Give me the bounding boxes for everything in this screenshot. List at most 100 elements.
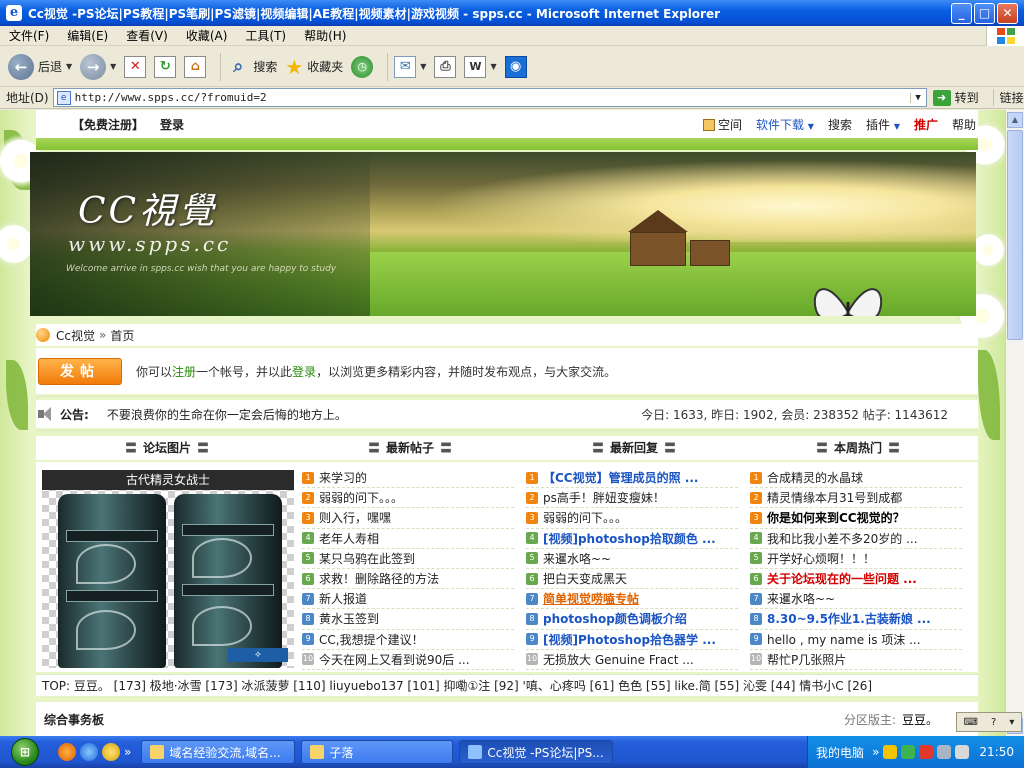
hot-thread-item[interactable]: 5 开学好心烦啊！！！ <box>750 549 962 569</box>
latest-reply-item[interactable]: 2 ps高手！胖妞变瘦妹！ <box>526 488 738 509</box>
clock[interactable]: 21:50 <box>979 745 1014 759</box>
thread-title-link[interactable]: 今天在网上又看到说90后 ... <box>319 651 470 668</box>
task-button[interactable]: 域名经验交流,域名... <box>141 740 296 764</box>
history-button[interactable]: ◷ <box>351 55 374 78</box>
thread-title-link[interactable]: hello , my name is 项沫 ... <box>767 631 921 648</box>
thread-title-link[interactable]: 【CC视觉】管理成员的照 ... <box>543 469 698 486</box>
latest-post-item[interactable]: 6 求救！删除路径的方法 <box>302 569 514 590</box>
search-button[interactable]: ⌕ 搜索 <box>227 56 277 78</box>
refresh-button[interactable]: ↻ <box>154 55 177 78</box>
thread-title-link[interactable]: 精灵情缘本月31号到成都 <box>767 489 902 506</box>
address-input[interactable]: e http://www.spps.cc/?fromuid=2 ▼ <box>52 88 927 107</box>
links-button[interactable]: 链接 <box>992 89 1024 106</box>
thread-title-link[interactable]: CC,我想提个建议！ <box>319 631 424 648</box>
register-link[interactable]: 【免费注册】 <box>72 116 144 133</box>
thread-title-link[interactable]: 则入行，嘿嘿 <box>319 509 391 526</box>
latest-reply-item[interactable]: 9 [视频]Photoshop拾色器学 ... <box>526 630 738 650</box>
ie-icon[interactable] <box>80 743 98 761</box>
thread-title-link[interactable]: 黄水玉签到 <box>319 610 379 627</box>
hot-thread-item[interactable]: 8 8.30~9.5作业1.古装新娘 ... <box>750 609 962 630</box>
forward-dropdown-icon[interactable]: ▼ <box>110 62 116 71</box>
menu-favorites[interactable]: 收藏(A) <box>177 27 237 44</box>
thread-title-link[interactable]: [视频]Photoshop拾色器学 ... <box>543 631 716 648</box>
edit-button[interactable]: W ▼ <box>464 55 497 78</box>
maximize-button[interactable]: □ <box>974 2 995 24</box>
mail-button[interactable]: ✉ ▼ <box>394 55 426 78</box>
thread-title-link[interactable]: 简单视觉唠嗑专帖 <box>543 590 639 607</box>
hot-thread-item[interactable]: 4 我和比我小差不多20岁的 ... <box>750 529 962 549</box>
thread-title-link[interactable]: 无损放大 Genuine Fract ... <box>543 651 694 668</box>
thread-title-link[interactable]: 把白天变成黑天 <box>543 570 627 587</box>
menu-edit[interactable]: 编辑(E) <box>58 27 117 44</box>
thread-title-link[interactable]: 某只乌鸦在此签到 <box>319 550 415 567</box>
thread-title-link[interactable]: 你是如何来到CC视觉的？ <box>767 509 905 526</box>
messenger-button[interactable]: ◉ <box>504 55 527 78</box>
thread-title-link[interactable]: 我和比我小差不多20岁的 ... <box>767 530 918 547</box>
scroll-up-icon[interactable]: ▲ <box>1007 112 1023 128</box>
back-button[interactable]: ← 后退 ▼ <box>8 53 72 80</box>
thread-title-link[interactable]: 合成精灵的水晶球 <box>767 469 863 486</box>
start-button[interactable]: ⊞ <box>0 736 50 768</box>
latest-post-item[interactable]: 8 黄水玉签到 <box>302 609 514 630</box>
help-icon[interactable]: ? <box>991 717 996 728</box>
security-icon[interactable] <box>919 745 934 759</box>
search-link[interactable]: 搜索 <box>828 116 852 133</box>
login-link[interactable]: 登录 <box>160 116 184 133</box>
hot-thread-item[interactable]: 9 hello , my name is 项沫 ... <box>750 630 962 650</box>
thread-title-link[interactable]: photoshop颜色调板介绍 <box>543 610 687 627</box>
print-button[interactable]: ⎙ <box>434 55 457 78</box>
hot-thread-item[interactable]: 10 帮忙P几张照片 <box>750 650 962 670</box>
latest-post-item[interactable]: 2 弱弱的问下。。。 <box>302 488 514 509</box>
task-button[interactable]: 子落 <box>301 740 454 764</box>
hot-thread-item[interactable]: 2 精灵情缘本月31号到成都 <box>750 488 962 509</box>
forward-button[interactable]: → ▼ <box>80 53 116 80</box>
help-link[interactable]: 帮助 <box>952 116 976 133</box>
thread-title-link[interactable]: 弱弱的问下。。。 <box>543 509 627 526</box>
plugins-link[interactable]: 插件 ▼ <box>866 116 900 133</box>
breadcrumb-home[interactable]: Cc视觉 <box>56 327 95 344</box>
network-icon[interactable] <box>937 745 952 759</box>
thread-title-link[interactable]: 帮忙P几张照片 <box>767 651 846 668</box>
volume-icon[interactable] <box>955 745 970 759</box>
site-banner[interactable]: CC視覺 www.spps.cc Welcome arrive in spps.… <box>30 152 976 316</box>
thread-title-link[interactable]: 8.30~9.5作业1.古装新娘 ... <box>767 610 931 627</box>
thread-title-link[interactable]: 老年人寿相 <box>319 530 379 547</box>
latest-post-item[interactable]: 3 则入行，嘿嘿 <box>302 508 514 529</box>
menu-help[interactable]: 帮助(H) <box>295 27 355 44</box>
latest-reply-item[interactable]: 6 把白天变成黑天 <box>526 569 738 590</box>
latest-post-item[interactable]: 7 新人报道 <box>302 589 514 610</box>
task-button-active[interactable]: Cc视觉 -PS论坛|PS... <box>459 740 614 764</box>
latest-reply-item[interactable]: 10 无损放大 Genuine Fract ... <box>526 650 738 670</box>
thread-title-link[interactable]: 开学好心烦啊！！！ <box>767 550 875 567</box>
latest-reply-item[interactable]: 7 简单视觉唠嗑专帖 <box>526 589 738 610</box>
address-dropdown-icon[interactable]: ▼ <box>909 92 926 103</box>
thread-title-link[interactable]: 新人报道 <box>319 590 367 607</box>
scroll-thumb[interactable] <box>1007 130 1023 340</box>
keyboard-icon[interactable]: ⌨ <box>964 717 978 728</box>
thread-title-link[interactable]: 弱弱的问下。。。 <box>319 489 403 506</box>
forum-image[interactable]: 古代精灵女战士 ⟡ <box>42 470 294 668</box>
language-bar[interactable]: ⌨ ? ▾ <box>956 712 1022 732</box>
software-download-link[interactable]: 软件下载 ▼ <box>756 116 814 133</box>
hot-thread-item[interactable]: 7 来暹水咯~~ <box>750 589 962 610</box>
qq-icon[interactable] <box>883 745 898 759</box>
go-button[interactable]: ➜ 转到 <box>932 89 979 106</box>
space-link[interactable]: 空间 <box>702 116 742 133</box>
menu-view[interactable]: 查看(V) <box>117 27 177 44</box>
vertical-scrollbar[interactable]: ▲ ▼ <box>1005 110 1024 736</box>
thread-title-link[interactable]: 求救！删除路径的方法 <box>319 570 439 587</box>
favorites-button[interactable]: ★ 收藏夹 <box>285 55 343 79</box>
back-dropdown-icon[interactable]: ▼ <box>66 62 72 71</box>
latest-reply-item[interactable]: 8 photoshop颜色调板介绍 <box>526 609 738 630</box>
close-button[interactable]: ✕ <box>997 2 1018 24</box>
antivirus-icon[interactable] <box>901 745 916 759</box>
latest-reply-item[interactable]: 5 来暹水咯~~ <box>526 549 738 569</box>
latest-post-item[interactable]: 10 今天在网上又看到说90后 ... <box>302 650 514 670</box>
notice-login-link[interactable]: 登录 <box>292 365 316 379</box>
thread-title-link[interactable]: ps高手！胖妞变瘦妹！ <box>543 489 665 506</box>
hot-thread-item[interactable]: 6 关于论坛现在的一些问题 ... <box>750 569 962 590</box>
moderator-name[interactable]: 豆豆。 <box>902 713 938 727</box>
minimize-langbar-icon[interactable]: ▾ <box>1009 717 1014 728</box>
thread-title-link[interactable]: 关于论坛现在的一些问题 ... <box>767 570 917 587</box>
hot-thread-item[interactable]: 3 你是如何来到CC视觉的？ <box>750 508 962 529</box>
